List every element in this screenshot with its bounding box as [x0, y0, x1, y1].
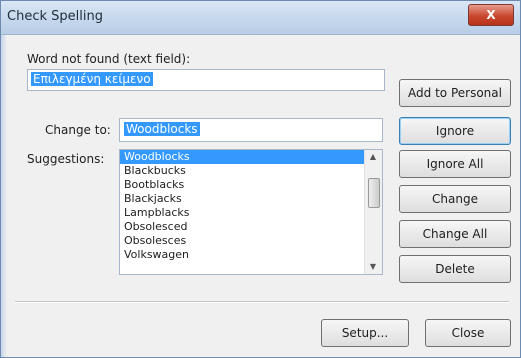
scrollbar-thumb[interactable]	[368, 178, 380, 208]
check-spelling-dialog: Check Spelling X Word not found (text fi…	[0, 0, 521, 358]
change-to-value: Woodblocks	[124, 122, 200, 136]
suggestion-item[interactable]: Woodblocks	[120, 150, 364, 164]
word-not-found-value: Επιλεγμένη κείμενο	[31, 72, 153, 86]
add-to-personal-button[interactable]: Add to Personal	[399, 79, 511, 107]
suggestions-list: Woodblocks Blackbucks Bootblacks Blackjacks…	[120, 150, 364, 262]
ignore-button[interactable]: Ignore	[399, 117, 511, 145]
close-button[interactable]: Close	[425, 319, 511, 347]
suggestions-scrollbar[interactable]: ▲ ▼	[364, 150, 382, 274]
setup-button[interactable]: Setup...	[321, 319, 409, 347]
suggestion-item[interactable]: Obsolesces	[120, 234, 364, 248]
suggestion-item[interactable]: Obsolesced	[120, 220, 364, 234]
separator-line	[15, 301, 509, 303]
close-window-button[interactable]: X	[468, 4, 514, 26]
word-not-found-label: Word not found (text field):	[27, 52, 191, 66]
word-not-found-field[interactable]: Επιλεγμένη κείμενο	[27, 69, 385, 91]
triangle-up-icon[interactable]: ▲	[367, 151, 379, 163]
delete-button[interactable]: Delete	[399, 255, 511, 283]
suggestion-item[interactable]: Lampblacks	[120, 206, 364, 220]
suggestion-item[interactable]: Blackjacks	[120, 192, 364, 206]
change-to-input[interactable]: Woodblocks	[119, 118, 383, 142]
change-all-button[interactable]: Change All	[399, 220, 511, 248]
suggestion-item[interactable]: Bootblacks	[120, 178, 364, 192]
triangle-down-icon[interactable]: ▼	[367, 261, 379, 273]
suggestions-listbox[interactable]: Woodblocks Blackbucks Bootblacks Blackjacks…	[119, 149, 383, 275]
close-x-icon: X	[486, 8, 496, 22]
title-bar: Check Spelling X	[1, 1, 520, 35]
suggestion-item[interactable]: Blackbucks	[120, 164, 364, 178]
dialog-title: Check Spelling	[7, 9, 103, 24]
window-left-edge	[1, 35, 7, 357]
change-button[interactable]: Change	[399, 185, 511, 213]
suggestion-item[interactable]: Volkswagen	[120, 248, 364, 262]
change-to-label: Change to:	[45, 123, 111, 137]
ignore-all-button[interactable]: Ignore All	[399, 150, 511, 178]
suggestions-label: Suggestions:	[27, 152, 105, 166]
